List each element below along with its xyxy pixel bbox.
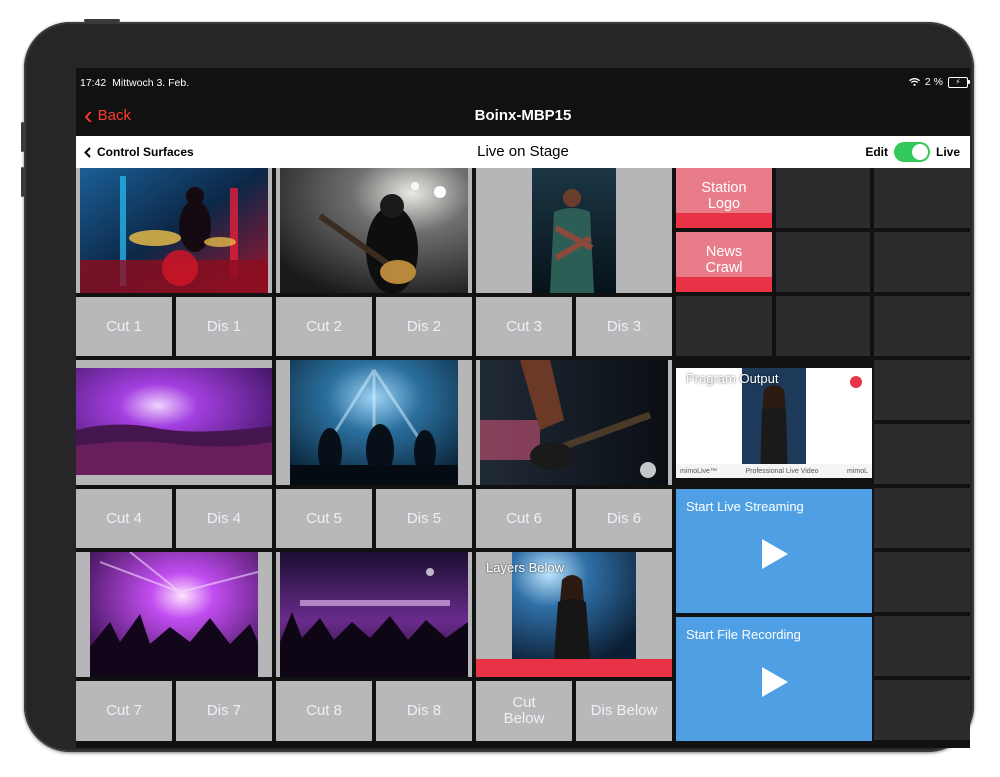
cut-below-button[interactable]: Cut Below (476, 681, 572, 741)
status-time: 17:42 Mittwoch 3. Feb. (80, 77, 190, 89)
dis-3-button[interactable]: Dis 3 (576, 297, 672, 356)
source-5-band[interactable] (276, 360, 472, 485)
program-output-preview[interactable]: Program Output mimoLive™ Professional Li… (676, 368, 872, 478)
start-live-streaming-button[interactable]: Start Live Streaming (676, 489, 872, 613)
start-file-recording-button[interactable]: Start File Recording (676, 617, 872, 741)
empty-slot[interactable] (776, 232, 870, 292)
page-title: Boinx-MBP15 (474, 107, 572, 124)
top-button (84, 19, 120, 22)
empty-slot[interactable] (874, 168, 970, 228)
screen: 17:42 Mittwoch 3. Feb. 2 % ⚡ ‹ Back Boin… (76, 68, 970, 748)
surface-title: Live on Stage (477, 143, 569, 160)
surface-bar: Control Surfaces Live on Stage Edit Live (76, 136, 970, 168)
source-8-festival[interactable] (276, 552, 472, 677)
nav-bar: ‹ Back Boinx-MBP15 (76, 98, 970, 136)
empty-slot[interactable] (874, 232, 970, 292)
empty-slot[interactable] (776, 296, 870, 356)
empty-slot[interactable] (874, 424, 970, 484)
dis-6-button[interactable]: Dis 6 (576, 489, 672, 548)
source-6-guitar-closeup[interactable] (476, 360, 672, 485)
toggle-knob (911, 144, 928, 160)
battery-icon: ⚡ (948, 76, 970, 88)
source-7-concert[interactable] (76, 552, 272, 677)
volume-down-button (21, 167, 24, 197)
volume-up-button (21, 122, 24, 152)
source-2-guitarist[interactable] (276, 168, 472, 293)
source-1-drummer[interactable] (76, 168, 272, 293)
edit-label: Edit (865, 145, 888, 159)
layer-news-crawl[interactable]: News Crawl (676, 232, 772, 292)
empty-slot[interactable] (874, 488, 970, 548)
layer-active-bar (476, 659, 672, 677)
control-grid: Station Logo News Crawl Cut 1 Dis 1 Cut … (76, 168, 970, 748)
cut-4-button[interactable]: Cut 4 (76, 489, 172, 548)
cut-1-button[interactable]: Cut 1 (76, 297, 172, 356)
play-icon (762, 667, 788, 697)
performer-image (532, 168, 616, 293)
ipad-frame: 17:42 Mittwoch 3. Feb. 2 % ⚡ ‹ Back Boin… (21, 19, 974, 752)
empty-slot[interactable] (874, 680, 970, 740)
play-icon (762, 539, 788, 569)
dis-5-button[interactable]: Dis 5 (376, 489, 472, 548)
wifi-icon (908, 78, 920, 86)
source-3-performer[interactable] (476, 168, 672, 293)
guitar-closeup-image (480, 360, 668, 485)
dis-4-button[interactable]: Dis 4 (176, 489, 272, 548)
dis-8-button[interactable]: Dis 8 (376, 681, 472, 741)
dis-7-button[interactable]: Dis 7 (176, 681, 272, 741)
cut-6-button[interactable]: Cut 6 (476, 489, 572, 548)
empty-slot[interactable] (874, 552, 970, 612)
program-footer: mimoLive™ Professional Live Video mimoL (676, 464, 872, 478)
empty-slot[interactable] (676, 296, 772, 356)
dis-below-button[interactable]: Dis Below (576, 681, 672, 741)
layers-below-label: Layers Below (486, 560, 565, 575)
program-output-label: Program Output (686, 371, 779, 386)
cut-3-button[interactable]: Cut 3 (476, 297, 572, 356)
record-badge (850, 376, 862, 388)
dis-1-button[interactable]: Dis 1 (176, 297, 272, 356)
source-4-crowd[interactable] (76, 360, 272, 485)
cut-8-button[interactable]: Cut 8 (276, 681, 372, 741)
layer-active-bar (676, 213, 772, 228)
drummer-image (80, 168, 268, 293)
concert-purple-image (90, 552, 258, 677)
cut-5-button[interactable]: Cut 5 (276, 489, 372, 548)
crowd-purple-image (76, 368, 272, 475)
empty-slot[interactable] (874, 360, 970, 420)
layer-station-logo[interactable]: Station Logo (676, 168, 772, 228)
layers-below-preview[interactable]: Layers Below (476, 552, 672, 677)
empty-slot[interactable] (874, 296, 970, 356)
festival-crowd-image (280, 552, 468, 677)
empty-slot[interactable] (874, 616, 970, 676)
battery-percent: 2 % (924, 76, 943, 88)
edit-live-toggle[interactable] (893, 142, 930, 162)
dis-2-button[interactable]: Dis 2 (376, 297, 472, 356)
band-lights-image (290, 360, 458, 485)
layer-active-bar (676, 277, 772, 292)
cut-7-button[interactable]: Cut 7 (76, 681, 172, 741)
guitarist-image (280, 168, 468, 293)
cut-2-button[interactable]: Cut 2 (276, 297, 372, 356)
status-bar: 17:42 Mittwoch 3. Feb. 2 % ⚡ (76, 68, 970, 98)
empty-slot[interactable] (776, 168, 870, 228)
live-label: Live (935, 145, 960, 159)
